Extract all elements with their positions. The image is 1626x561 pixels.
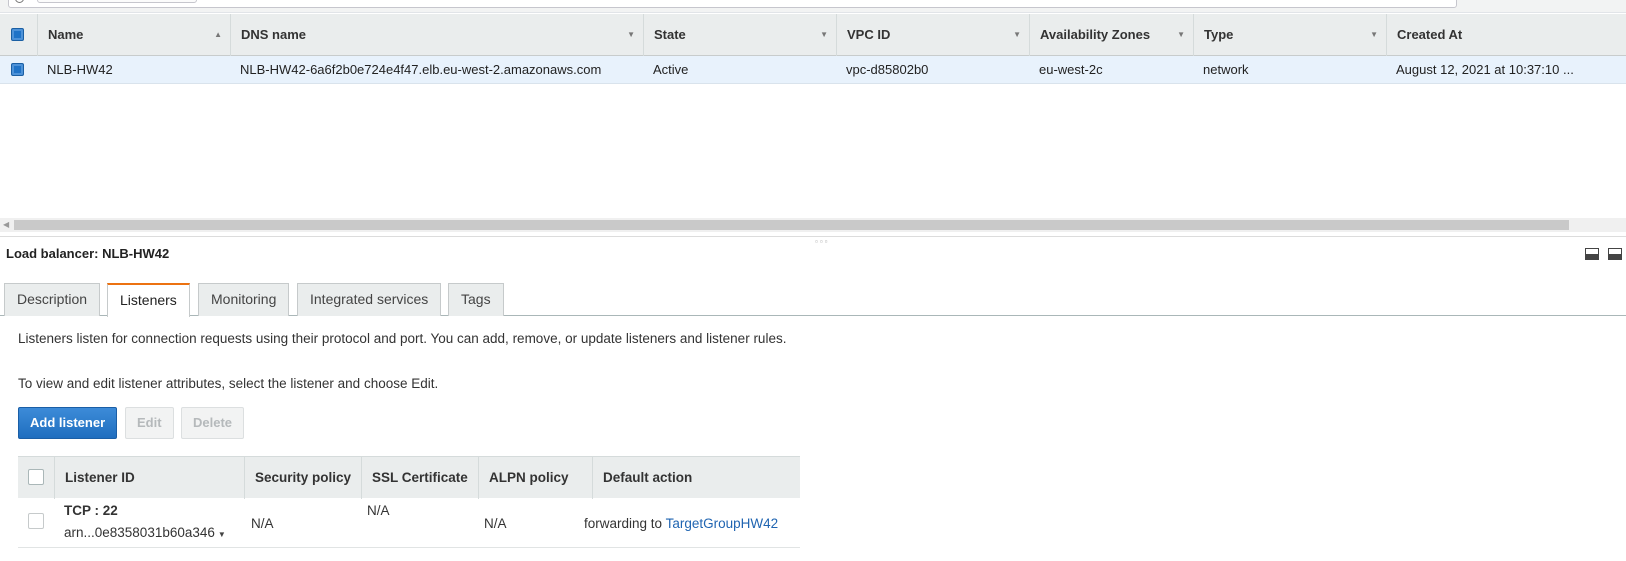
- target-group-link[interactable]: TargetGroupHW42: [666, 516, 779, 531]
- drag-handle-icon[interactable]: ▫▫▫: [815, 237, 830, 246]
- column-header-type[interactable]: Type ▼: [1193, 14, 1386, 56]
- search-icon: [15, 0, 24, 3]
- sort-asc-icon: ▲: [214, 30, 222, 39]
- chevron-down-icon: ▼: [1370, 30, 1378, 39]
- chevron-down-icon: ▼: [1177, 30, 1185, 39]
- scrollbar-thumb[interactable]: [14, 220, 1569, 230]
- cell-security-policy: N/A: [251, 516, 274, 531]
- listeners-table-header: Listener ID Security policy SSL Certific…: [18, 456, 800, 499]
- table-row[interactable]: TCP : 22 arn...0e8358031b60a346 ▼ N/A N/A…: [18, 498, 800, 548]
- listener-row-checkbox[interactable]: [28, 513, 44, 529]
- column-header-vpc[interactable]: VPC ID ▼: [836, 14, 1029, 56]
- column-header-listener-id: Listener ID: [54, 457, 244, 499]
- cell-created: August 12, 2021 at 10:37:10 ...: [1396, 62, 1574, 77]
- tab-monitoring[interactable]: Monitoring: [198, 283, 290, 316]
- column-header-ssl-certificate: SSL Certificate: [361, 457, 478, 499]
- column-header-alpn-policy: ALPN policy: [478, 457, 592, 499]
- cell-vpc: vpc-d85802b0: [846, 62, 929, 77]
- scroll-left-icon[interactable]: ◀: [3, 220, 9, 229]
- filter-token-box[interactable]: [37, 0, 197, 3]
- column-header-dns[interactable]: DNS name ▼: [230, 14, 643, 56]
- listeners-hint: To view and edit listener attributes, se…: [18, 376, 439, 391]
- cell-name: NLB-HW42: [47, 62, 113, 77]
- minimize-pane-icon[interactable]: [1585, 248, 1599, 260]
- listener-arn[interactable]: arn...0e8358031b60a346 ▼: [64, 525, 226, 540]
- maximize-pane-icon[interactable]: [1608, 248, 1622, 260]
- chevron-down-icon: ▼: [627, 30, 635, 39]
- chevron-down-icon: ▼: [820, 30, 828, 39]
- details-title: Load balancer: NLB-HW42: [6, 246, 170, 261]
- listeners-intro: Listeners listen for connection requests…: [18, 331, 787, 346]
- add-listener-button[interactable]: Add listener: [18, 407, 118, 439]
- tab-description[interactable]: Description: [4, 283, 101, 316]
- column-header-name[interactable]: Name ▲: [37, 14, 230, 56]
- tab-integrated-services[interactable]: Integrated services: [297, 283, 442, 316]
- filter-bar: [0, 0, 1626, 13]
- listener-protocol-port: TCP : 22: [64, 503, 118, 518]
- chevron-down-icon: ▼: [1013, 30, 1021, 39]
- table-row[interactable]: NLB-HW42 NLB-HW42-6a6f2b0e724e4f47.elb.e…: [0, 56, 1626, 84]
- horizontal-scrollbar[interactable]: ◀: [0, 218, 1626, 232]
- cell-ssl-certificate: N/A: [367, 503, 390, 518]
- column-header-created[interactable]: Created At: [1386, 14, 1626, 56]
- tab-listeners[interactable]: Listeners: [107, 283, 190, 317]
- column-header-default-action: Default action: [592, 457, 800, 499]
- column-header-security-policy: Security policy: [244, 457, 361, 499]
- select-all-listeners-checkbox[interactable]: [28, 469, 44, 485]
- row-checkbox[interactable]: [11, 63, 24, 76]
- delete-button[interactable]: Delete: [181, 407, 245, 439]
- search-input[interactable]: [8, 0, 1457, 8]
- pane-splitter[interactable]: ▫▫▫: [0, 236, 1626, 246]
- column-header-state[interactable]: State ▼: [643, 14, 836, 56]
- select-all-checkbox[interactable]: [11, 28, 24, 41]
- cell-alpn-policy: N/A: [484, 516, 507, 531]
- details-tabs: Description Listeners Monitoring Integra…: [0, 283, 1626, 317]
- cell-az: eu-west-2c: [1039, 62, 1103, 77]
- cell-state: Active: [653, 62, 689, 77]
- cell-dns: NLB-HW42-6a6f2b0e724e4f47.elb.eu-west-2.…: [240, 62, 602, 77]
- caret-down-icon[interactable]: ▼: [218, 530, 226, 539]
- tab-tags[interactable]: Tags: [448, 283, 504, 316]
- table-header: Name ▲ DNS name ▼ State ▼ VPC ID ▼ Availabil…: [0, 14, 1626, 56]
- cell-default-action: forwarding to TargetGroupHW42: [584, 516, 779, 531]
- edit-button[interactable]: Edit: [125, 407, 174, 439]
- column-header-az[interactable]: Availability Zones ▼: [1029, 14, 1193, 56]
- cell-type: network: [1203, 62, 1249, 77]
